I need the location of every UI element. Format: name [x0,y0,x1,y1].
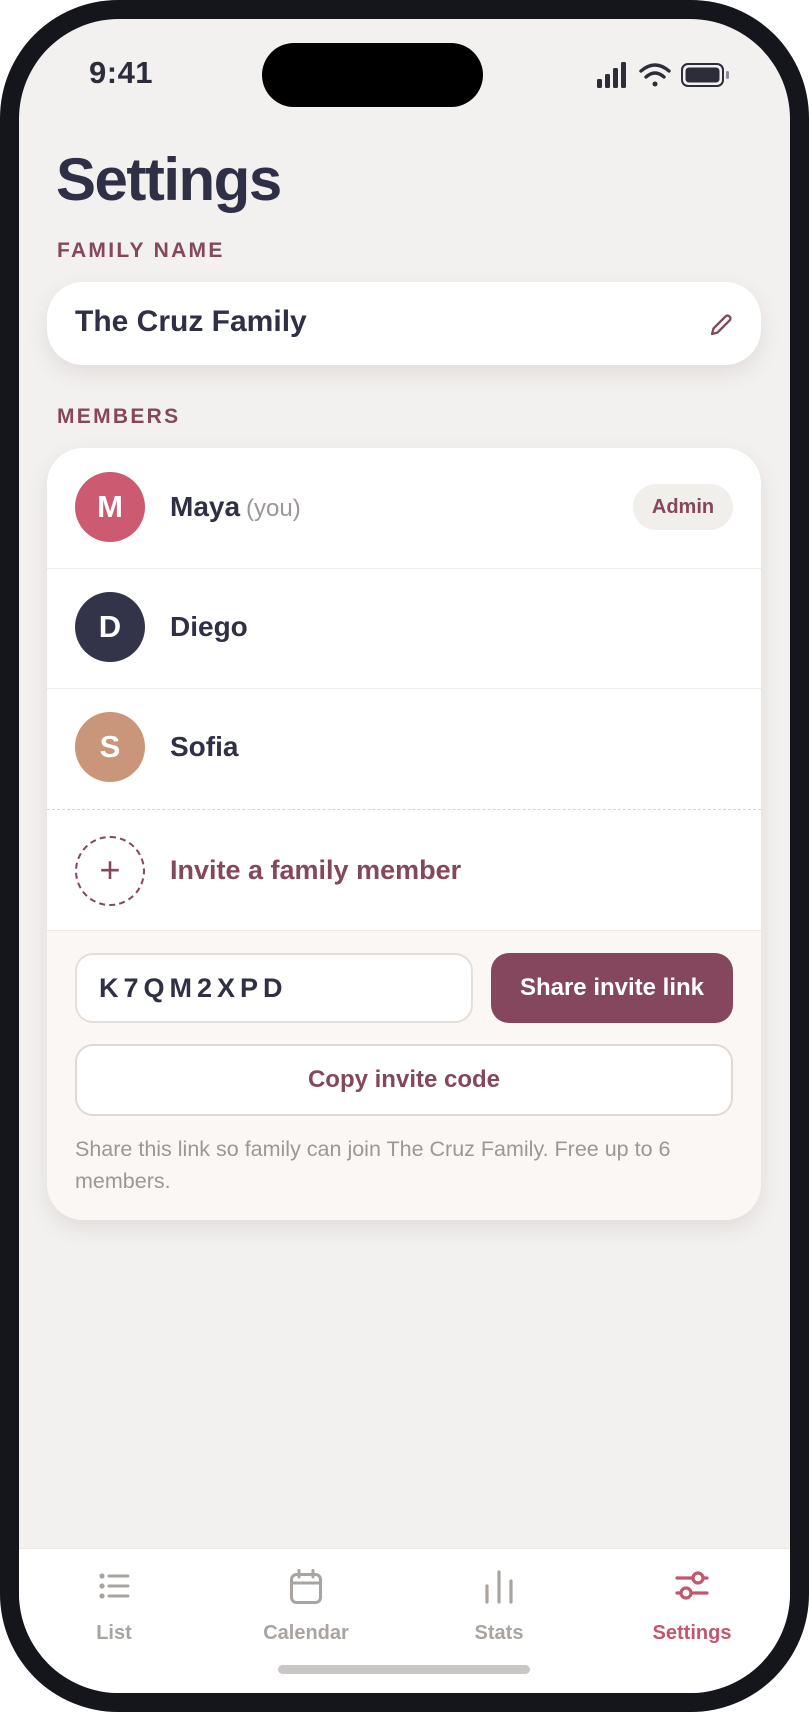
home-indicator [278,1665,530,1674]
page-title: Settings [56,146,282,213]
member-row[interactable]: M Maya (you) Admin [47,448,761,568]
member-row[interactable]: D Diego [47,568,761,688]
family-name-value: The Cruz Family [75,305,307,338]
pencil-icon[interactable] [707,311,735,339]
member-name: Sofia [170,731,239,762]
screen: 9:41 Settings FAMILY NAME The Cruz Famil… [19,19,790,1693]
you-label: (you) [246,495,301,522]
status-time: 9:41 [89,55,154,90]
stats-icon [485,1570,513,1604]
member-row[interactable]: S Sofia [47,688,761,808]
avatar: D [75,592,145,662]
members-label: MEMBERS [57,405,181,428]
invite-code-field[interactable]: K7QM2XPD [75,953,473,1023]
list-icon [99,1573,130,1599]
admin-badge: Admin [633,484,733,530]
member-name: Diego [170,611,248,642]
invite-help-text: Share this link so family can join The C… [75,1137,671,1193]
plus-icon: + [75,836,145,906]
member-name-text: Maya [170,491,241,522]
wifi-icon [639,63,671,87]
signal-icon [597,62,626,88]
family-name-label: FAMILY NAME [57,239,225,262]
tab-label: Calendar [263,1622,349,1644]
tab-label: Settings [652,1622,732,1644]
avatar: M [75,472,145,542]
tab-list[interactable]: List [19,1549,209,1659]
tab-bar: List Calendar Stats Settings [19,1548,790,1693]
avatar: S [75,712,145,782]
invite-member-label: Invite a family member [170,855,462,885]
tab-stats[interactable]: Stats [404,1549,594,1659]
tab-label: Stats [474,1622,524,1644]
status-icons [597,62,729,88]
tab-label: List [96,1622,132,1644]
calendar-icon [290,1569,322,1604]
dynamic-island [262,43,483,107]
invite-member-row[interactable]: + Invite a family member [47,810,761,930]
member-name: Maya (you) [170,491,301,523]
family-name-card[interactable]: The Cruz Family [47,282,761,365]
tab-calendar[interactable]: Calendar [211,1549,401,1659]
sliders-icon [675,1571,709,1600]
phone-frame: 9:41 Settings FAMILY NAME The Cruz Famil… [0,0,809,1712]
copy-invite-code-button[interactable]: Copy invite code [75,1044,733,1116]
battery-icon [681,63,729,87]
tab-settings[interactable]: Settings [597,1549,787,1659]
share-invite-link-button[interactable]: Share invite link [491,953,733,1023]
members-card: M Maya (you) Admin D Diego S Sofia + Invi… [47,448,761,1220]
invite-panel: K7QM2XPD Share invite link Copy invite c… [47,930,761,1220]
